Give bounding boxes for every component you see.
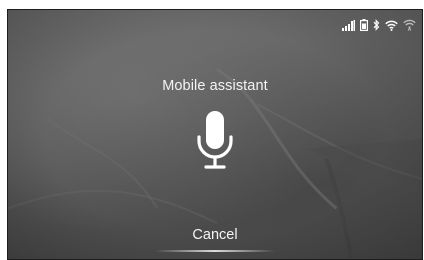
head-unit-screen: Mobile assistant Cancel <box>0 0 424 260</box>
bluetooth-icon <box>373 19 380 31</box>
status-bar <box>342 18 416 32</box>
phone-battery-icon <box>360 19 368 31</box>
microphone-icon <box>195 110 235 172</box>
signal-strength-icon <box>342 19 355 31</box>
page-title: Mobile assistant <box>162 78 268 94</box>
wifi-hotspot-icon <box>403 19 416 31</box>
cancel-button-label: Cancel <box>192 227 238 243</box>
cancel-button[interactable]: Cancel <box>155 225 275 255</box>
wifi-icon <box>385 20 398 31</box>
cancel-underline <box>155 250 275 252</box>
voice-assistant-display: Mobile assistant Cancel <box>7 9 423 260</box>
